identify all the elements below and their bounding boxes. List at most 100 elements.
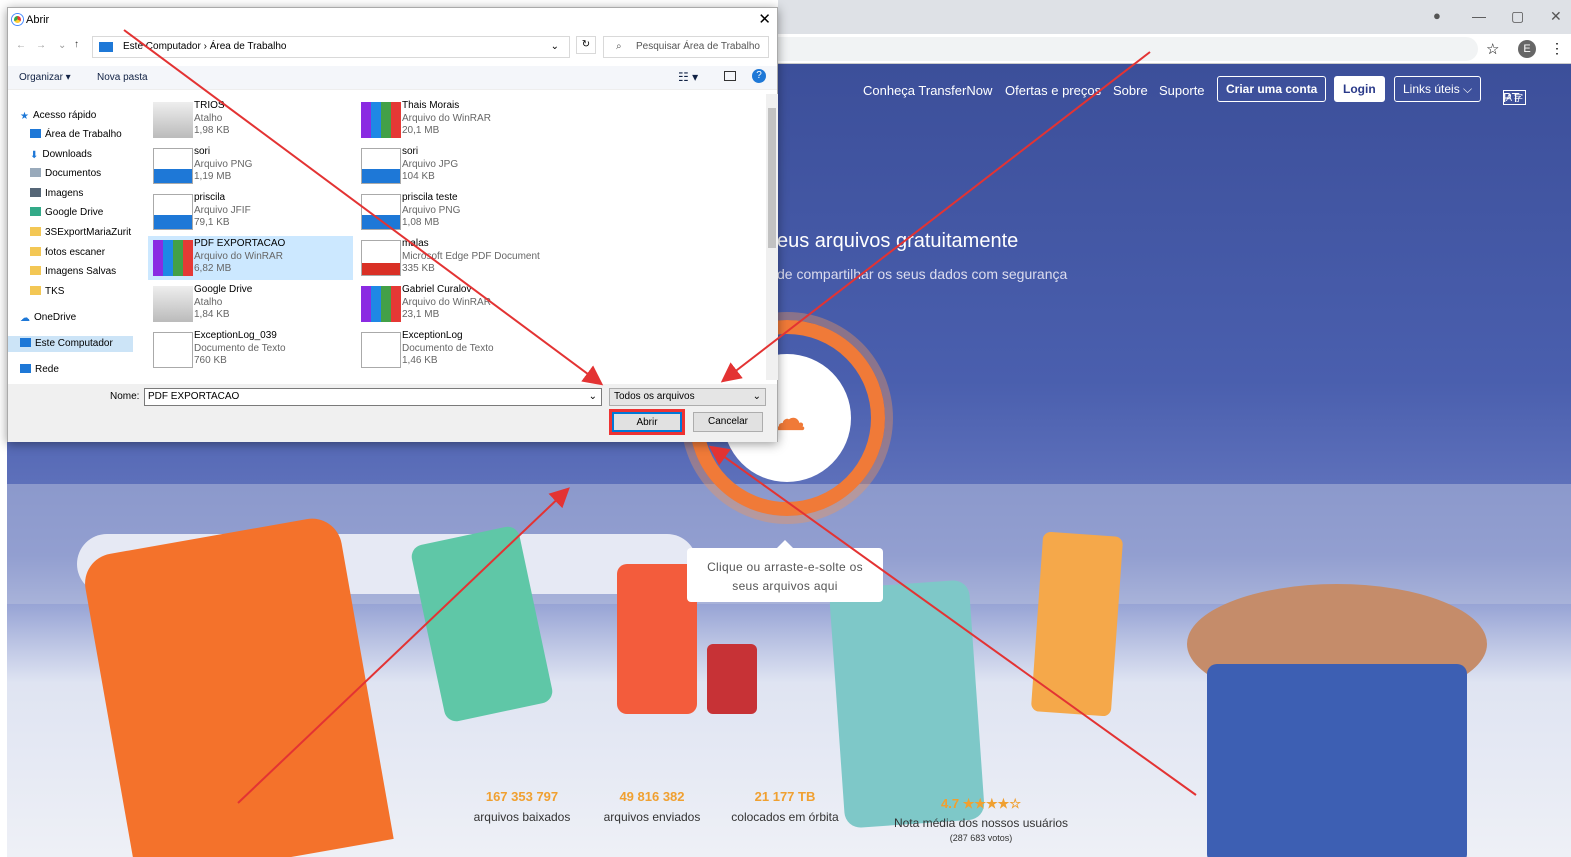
file-name: PDF EXPORTACAO bbox=[194, 238, 286, 249]
sidebar-item-network[interactable]: Rede bbox=[20, 362, 59, 378]
luggage-shape bbox=[707, 644, 757, 714]
dialog-footer: Nome: PDF EXPORTACAO ⌄ Todos os arquivos ⌄… bbox=[8, 384, 777, 442]
file-item[interactable]: Gabriel Curalov Arquivo do WinRAR 23,1 MB bbox=[356, 282, 561, 326]
sidebar-item-quick-access[interactable]: ★ Acesso rápido bbox=[20, 108, 96, 124]
sidebar-item-downloads[interactable]: ⬇ Downloads bbox=[30, 147, 92, 163]
file-item[interactable]: Thais Morais Arquivo do WinRAR 20,1 MB bbox=[356, 98, 561, 142]
nav-support[interactable]: Suporte bbox=[1159, 83, 1205, 98]
file-size: 1,19 MB bbox=[194, 171, 232, 182]
create-account-button[interactable]: Criar uma conta bbox=[1217, 76, 1327, 102]
sidebar-item-documents[interactable]: Documentos bbox=[30, 166, 101, 182]
view-options-icon[interactable]: ☷ ▾ bbox=[678, 70, 698, 84]
file-item[interactable]: PDF EXPORTACAO Arquivo do WinRAR 6,82 MB bbox=[148, 236, 353, 280]
organize-menu[interactable]: Organizar ▾ bbox=[19, 72, 71, 83]
file-info: Google Drive Atalho 1,84 KB bbox=[194, 284, 252, 322]
file-list-scrollbar[interactable] bbox=[766, 94, 778, 380]
back-arrow-icon[interactable]: ← bbox=[16, 40, 26, 51]
nav-about[interactable]: Conheça TransferNow bbox=[863, 83, 992, 98]
file-item[interactable]: malas Microsoft Edge PDF Document 335 KB bbox=[356, 236, 561, 280]
nav-pricing[interactable]: Ofertas e preços bbox=[1005, 83, 1101, 98]
sidebar-label: TKS bbox=[45, 286, 65, 297]
recent-dropdown-icon[interactable]: ⌄ bbox=[58, 40, 66, 51]
file-item[interactable]: Google Drive Atalho 1,84 KB bbox=[148, 282, 353, 326]
file-item[interactable]: priscila teste Arquivo PNG 1,08 MB bbox=[356, 190, 561, 234]
file-type: Arquivo do WinRAR bbox=[402, 296, 491, 308]
file-info: ExceptionLog Documento de Texto 1,46 KB bbox=[402, 330, 494, 368]
breadcrumb-computer[interactable]: Este Computador bbox=[123, 41, 201, 52]
help-icon[interactable]: ? bbox=[752, 69, 766, 83]
scrollbar-thumb[interactable] bbox=[768, 108, 776, 248]
file-size: 1,08 MB bbox=[402, 217, 440, 228]
file-type-icon bbox=[361, 102, 401, 138]
file-info: priscila Arquivo JFIF 79,1 KB bbox=[194, 192, 251, 230]
path-dropdown-icon[interactable]: ⌄ bbox=[551, 37, 559, 57]
search-placeholder: Pesquisar Área de Trabalho bbox=[636, 41, 760, 52]
file-info: Gabriel Curalov Arquivo do WinRAR 23,1 MB bbox=[402, 284, 491, 322]
navigation-pane: ★ Acesso rápido Área de Trabalho ⬇ Downloa… bbox=[8, 94, 138, 380]
search-input[interactable]: ⌕ Pesquisar Área de Trabalho bbox=[603, 36, 769, 58]
folder-icon bbox=[30, 227, 41, 236]
file-info: ExceptionLog_039 Documento de Texto 760 KB bbox=[194, 330, 286, 368]
dialog-title: Abrir bbox=[26, 14, 50, 26]
file-item[interactable]: TRIOS Atalho 1,98 KB bbox=[148, 98, 353, 142]
breadcrumb-desktop[interactable]: Área de Trabalho bbox=[210, 41, 287, 52]
file-type-select[interactable]: Todos os arquivos ⌄ bbox=[609, 388, 766, 406]
new-folder-button[interactable]: Nova pasta bbox=[97, 72, 148, 83]
sidebar-item-images[interactable]: Imagens bbox=[30, 186, 83, 202]
address-bar[interactable] bbox=[778, 37, 1478, 61]
nav-sobre[interactable]: Sobre bbox=[1113, 83, 1148, 98]
maximize-button[interactable]: ▢ bbox=[1511, 8, 1524, 25]
file-item[interactable]: sori Arquivo PNG 1,19 MB bbox=[148, 144, 353, 188]
sidebar-item-desktop[interactable]: Área de Trabalho bbox=[30, 127, 122, 143]
useful-links-dropdown[interactable]: Links úteis ⌵ bbox=[1394, 76, 1482, 102]
cancel-button[interactable]: Cancelar bbox=[693, 412, 763, 432]
file-type-icon bbox=[361, 194, 401, 230]
preview-pane-icon[interactable] bbox=[724, 71, 736, 81]
file-name: Google Drive bbox=[194, 284, 253, 295]
stat-label: arquivos baixados bbox=[473, 810, 571, 824]
open-button[interactable]: Abrir bbox=[612, 412, 682, 432]
up-arrow-icon[interactable]: ↑ bbox=[74, 39, 79, 50]
sidebar-item-folder[interactable]: TKS bbox=[30, 284, 64, 300]
sidebar-label: Rede bbox=[35, 364, 59, 375]
path-breadcrumb[interactable]: Este Computador › Área de Trabalho ⌄ bbox=[92, 36, 570, 58]
sidebar-label: Acesso rápido bbox=[32, 110, 97, 121]
login-button[interactable]: Login bbox=[1334, 76, 1385, 102]
file-type: Microsoft Edge PDF Document bbox=[402, 250, 540, 262]
forward-arrow-icon[interactable]: → bbox=[36, 40, 46, 51]
download-icon: ⬇ bbox=[30, 150, 39, 161]
bookmark-star-icon[interactable]: ☆ bbox=[1486, 40, 1499, 58]
chevron-down-icon[interactable]: ⌄ bbox=[589, 389, 597, 405]
sidebar-item-onedrive[interactable]: ☁ OneDrive bbox=[20, 310, 76, 326]
hero-title: eus arquivos gratuitamente bbox=[777, 230, 1019, 252]
sidebar-item-google-drive[interactable]: Google Drive bbox=[30, 205, 103, 221]
sidebar-label: fotos escaner bbox=[45, 247, 106, 258]
dialog-close-button[interactable]: ✕ bbox=[758, 8, 771, 32]
file-item[interactable]: ExceptionLog_039 Documento de Texto 760 KB bbox=[148, 328, 353, 372]
file-name: ExceptionLog_039 bbox=[194, 330, 277, 341]
sidebar-item-folder[interactable]: fotos escaner bbox=[30, 245, 105, 261]
file-item[interactable]: sori Arquivo JPG 104 KB bbox=[356, 144, 561, 188]
tab-bar: ● — ▢ ✕ bbox=[778, 0, 1571, 34]
folder-icon bbox=[30, 286, 41, 295]
file-info: priscila teste Arquivo PNG 1,08 MB bbox=[402, 192, 460, 230]
minimize-button[interactable]: — bbox=[1472, 8, 1486, 24]
sidebar-item-this-pc[interactable]: Este Computador bbox=[8, 336, 133, 352]
file-name-input[interactable]: PDF EXPORTACAO ⌄ bbox=[144, 388, 602, 406]
file-item[interactable]: ExceptionLog Documento de Texto 1,46 KB bbox=[356, 328, 561, 372]
file-size: 1,98 KB bbox=[194, 125, 230, 136]
documents-icon bbox=[30, 168, 41, 177]
sidebar-item-folder[interactable]: 3SExportMariaZurit bbox=[30, 225, 131, 241]
file-name: malas bbox=[402, 238, 429, 249]
profile-icon[interactable]: ● bbox=[1433, 8, 1441, 23]
sidebar-item-folder[interactable]: Imagens Salvas bbox=[30, 264, 116, 280]
close-window-button[interactable]: ✕ bbox=[1550, 8, 1562, 25]
menu-icon[interactable]: ⋮ bbox=[1550, 40, 1564, 57]
file-size: 1,84 KB bbox=[194, 309, 230, 320]
file-item[interactable]: priscila Arquivo JFIF 79,1 KB bbox=[148, 190, 353, 234]
avatar[interactable]: E bbox=[1518, 40, 1536, 58]
rating-label: Nota média dos nossos usuários bbox=[893, 816, 1069, 830]
desktop-icon bbox=[30, 129, 41, 138]
refresh-icon[interactable]: ↻ bbox=[576, 36, 596, 54]
file-type: Arquivo JPG bbox=[402, 158, 459, 170]
